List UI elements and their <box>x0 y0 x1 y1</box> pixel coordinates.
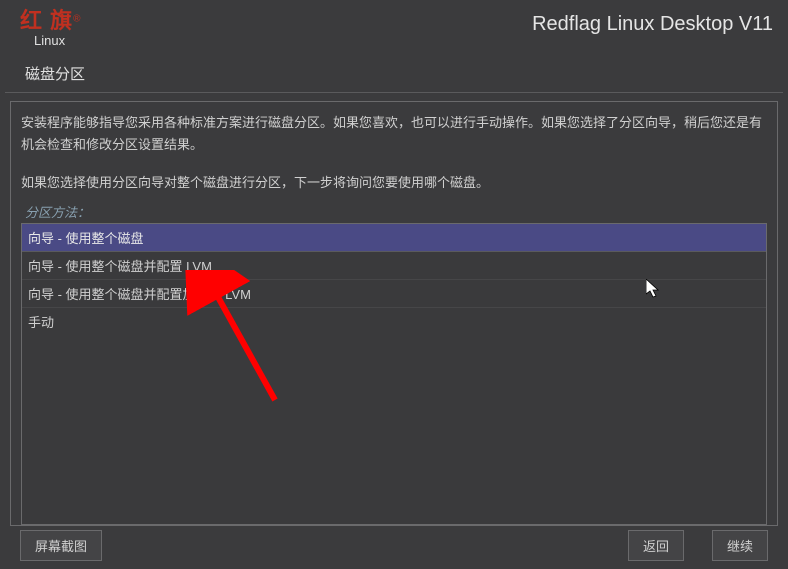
option-manual[interactable]: 手动 <box>22 308 766 335</box>
footer: 屏幕截图 返回 继续 <box>0 530 788 561</box>
footer-right: 返回 继续 <box>628 530 768 561</box>
option-guided-encrypted-lvm[interactable]: 向导 - 使用整个磁盘并配置加密的 LVM <box>22 280 766 308</box>
back-button[interactable]: 返回 <box>628 530 684 561</box>
logo-main-text: 红 旗 <box>20 8 73 33</box>
option-guided-lvm[interactable]: 向导 - 使用整个磁盘并配置 LVM <box>22 252 766 280</box>
content-box: 安装程序能够指导您采用各种标准方案进行磁盘分区。如果您喜欢，也可以进行手动操作。… <box>10 101 778 526</box>
method-label: 分区方法： <box>21 200 767 223</box>
section-title: 磁盘分区 <box>5 48 783 93</box>
description-1: 安装程序能够指导您采用各种标准方案进行磁盘分区。如果您喜欢，也可以进行手动操作。… <box>21 110 767 158</box>
continue-button[interactable]: 继续 <box>712 530 768 561</box>
logo-sub-text: Linux <box>34 33 81 48</box>
screenshot-button[interactable]: 屏幕截图 <box>20 530 102 561</box>
logo-registered-icon: ® <box>73 13 80 24</box>
header: 红 旗® Linux Redflag Linux Desktop V11 <box>0 0 788 48</box>
header-title: Redflag Linux Desktop V11 <box>532 13 773 36</box>
description-2: 如果您选择使用分区向导对整个磁盘进行分区，下一步将询问您要使用哪个磁盘。 <box>21 170 767 196</box>
option-guided-whole-disk[interactable]: 向导 - 使用整个磁盘 <box>22 224 766 252</box>
options-list: 向导 - 使用整个磁盘 向导 - 使用整个磁盘并配置 LVM 向导 - 使用整个… <box>21 223 767 525</box>
logo: 红 旗® Linux <box>20 3 81 48</box>
